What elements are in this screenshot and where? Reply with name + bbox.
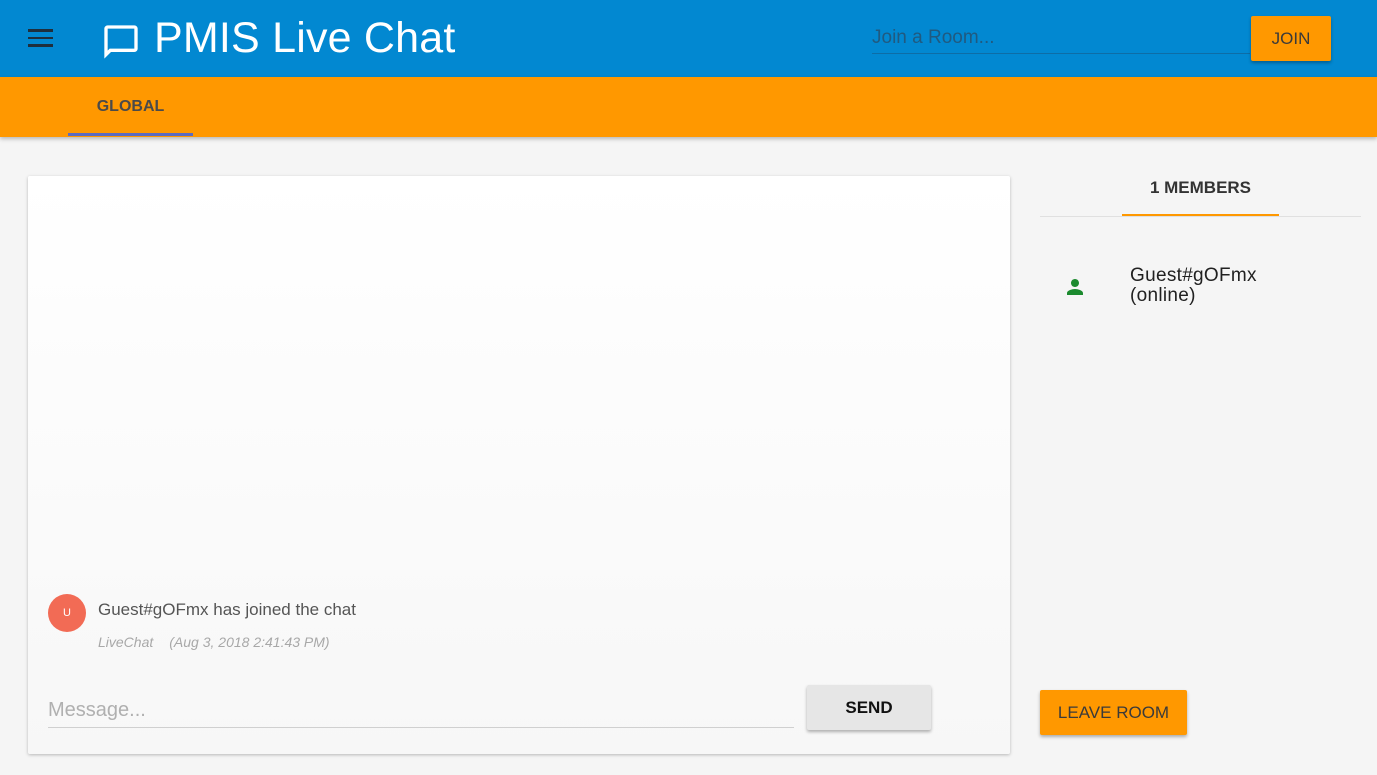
tab-members[interactable]: 1 MEMBERS [1122, 160, 1279, 216]
message-sender: LiveChat [98, 634, 154, 650]
member-list-item: Guest#gOFmx (online) [1130, 266, 1330, 306]
tab-global[interactable]: GLOBAL [68, 77, 193, 137]
app-bar: PMIS Live Chat JOIN [0, 0, 1377, 77]
leave-room-button[interactable]: LEAVE ROOM [1040, 690, 1187, 735]
message-meta: LiveChat (Aug 3, 2018 2:41:43 PM) [98, 634, 330, 650]
divider [1040, 216, 1361, 217]
chat-panel: U Guest#gOFmx has joined the chat LiveCh… [28, 176, 1010, 754]
person-icon [1067, 279, 1083, 295]
chat-bubble-icon [104, 25, 138, 59]
join-room-input[interactable] [872, 22, 1250, 54]
message-text: Guest#gOFmx has joined the chat [98, 600, 356, 619]
message-timestamp: (Aug 3, 2018 2:41:43 PM) [169, 634, 330, 650]
hamburger-menu-icon[interactable] [28, 24, 56, 52]
room-tab-bar: GLOBAL [0, 77, 1377, 137]
join-button[interactable]: JOIN [1251, 16, 1331, 61]
send-button[interactable]: SEND [807, 685, 931, 730]
app-title: PMIS Live Chat [154, 14, 456, 62]
avatar: U [48, 594, 86, 632]
member-name: Guest#gOFmx [1130, 265, 1257, 286]
active-tab-indicator [68, 133, 193, 136]
message-input[interactable] [48, 694, 794, 728]
member-status: (online) [1130, 285, 1196, 306]
